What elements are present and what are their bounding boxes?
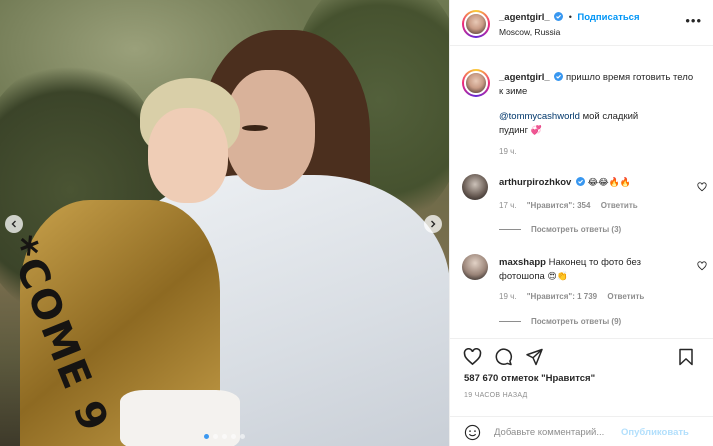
comment-emoji: 😂😂🔥🔥 bbox=[587, 178, 632, 188]
caption-time[interactable]: 19 ч. bbox=[499, 147, 517, 156]
post-caption: _agentgirl_ пришло время готовить тело к… bbox=[499, 71, 699, 99]
view-replies-label: Посмотреть ответы (9) bbox=[531, 317, 622, 326]
comment-avatar[interactable] bbox=[462, 254, 488, 280]
carousel-dot bbox=[231, 434, 236, 439]
likes-count[interactable]: 587 670 отметок "Нравится" bbox=[464, 373, 595, 384]
view-replies-label: Посмотреть ответы (3) bbox=[531, 225, 622, 234]
comment-body: maxshapp Наконец то фото без фотошопа 😍👏 bbox=[499, 256, 669, 284]
photo-woman-face bbox=[148, 108, 228, 203]
publish-button[interactable]: Опубликовать bbox=[621, 427, 689, 438]
follow-separator: • bbox=[568, 12, 572, 22]
comment-meta: 19 ч. "Нравится": 1 739 Ответить bbox=[499, 292, 652, 301]
follow-button[interactable]: Подписаться bbox=[577, 12, 639, 23]
mention-emoji: 💞 bbox=[530, 126, 542, 136]
post-location[interactable]: Moscow, Russia bbox=[499, 27, 560, 37]
carousel-dots bbox=[204, 434, 245, 439]
carousel-dot bbox=[222, 434, 227, 439]
share-icon[interactable] bbox=[525, 348, 544, 366]
comment-likes[interactable]: "Нравится": 354 bbox=[527, 201, 591, 210]
view-replies-button[interactable]: Посмотреть ответы (9) bbox=[499, 317, 621, 326]
caption-username[interactable]: _agentgirl_ bbox=[499, 72, 550, 83]
author-line: _agentgirl_ • Подписаться bbox=[499, 12, 640, 23]
verified-icon bbox=[575, 177, 585, 186]
mention-link[interactable]: @tommycashworld bbox=[499, 111, 580, 122]
replies-divider bbox=[499, 229, 521, 230]
comment-composer: Опубликовать bbox=[450, 416, 713, 446]
comment-icon[interactable] bbox=[494, 348, 513, 366]
caption-avatar[interactable] bbox=[462, 69, 490, 97]
previous-photo-button[interactable] bbox=[5, 215, 23, 233]
emoji-picker-icon[interactable] bbox=[464, 424, 481, 441]
comment-emoji: 😍👏 bbox=[547, 272, 568, 282]
comment-reply-button[interactable]: Ответить bbox=[607, 292, 644, 301]
next-photo-button[interactable] bbox=[424, 215, 442, 233]
action-bar bbox=[450, 338, 713, 372]
comment-username[interactable]: maxshapp bbox=[499, 257, 546, 268]
comment-avatar[interactable] bbox=[462, 174, 488, 200]
bookmark-icon[interactable] bbox=[677, 348, 695, 366]
chevron-right-icon bbox=[431, 220, 436, 228]
comment-username[interactable]: arthurpirozhkov bbox=[499, 177, 571, 188]
author-username[interactable]: _agentgirl_ bbox=[499, 12, 550, 23]
comment-reply-button[interactable]: Ответить bbox=[601, 201, 638, 210]
photo-moustache bbox=[242, 125, 268, 131]
comment-meta: 17 ч. "Нравится": 354 Ответить bbox=[499, 201, 646, 210]
comment-like-heart-icon[interactable] bbox=[697, 182, 707, 192]
post-header: _agentgirl_ • Подписаться Moscow, Russia… bbox=[450, 0, 713, 46]
replies-divider bbox=[499, 321, 521, 322]
caption-mention-line: @tommycashworld мой сладкий пудинг 💞 bbox=[499, 110, 669, 138]
chevron-left-icon bbox=[11, 220, 16, 228]
heart-icon[interactable] bbox=[463, 348, 482, 366]
verified-icon bbox=[554, 12, 564, 21]
more-dots-icon[interactable]: ••• bbox=[685, 14, 702, 27]
post-photo[interactable]: *COME 9 bbox=[0, 0, 449, 446]
post-sidebar: _agentgirl_ • Подписаться Moscow, Russia… bbox=[449, 0, 713, 446]
verified-icon bbox=[554, 72, 564, 81]
comment-time[interactable]: 19 ч. bbox=[499, 292, 517, 301]
view-replies-button[interactable]: Посмотреть ответы (3) bbox=[499, 225, 621, 234]
comment-time[interactable]: 17 ч. bbox=[499, 201, 517, 210]
carousel-dot bbox=[240, 434, 245, 439]
comment-body: arthurpirozhkov 😂😂🔥🔥 bbox=[499, 176, 669, 190]
author-avatar[interactable] bbox=[462, 10, 490, 38]
comment-like-heart-icon[interactable] bbox=[697, 261, 707, 271]
carousel-dot bbox=[213, 434, 218, 439]
comment-likes[interactable]: "Нравится": 1 739 bbox=[527, 292, 597, 301]
carousel-dot bbox=[204, 434, 209, 439]
post-age[interactable]: 19 ЧАСОВ НАЗАД bbox=[464, 392, 528, 399]
